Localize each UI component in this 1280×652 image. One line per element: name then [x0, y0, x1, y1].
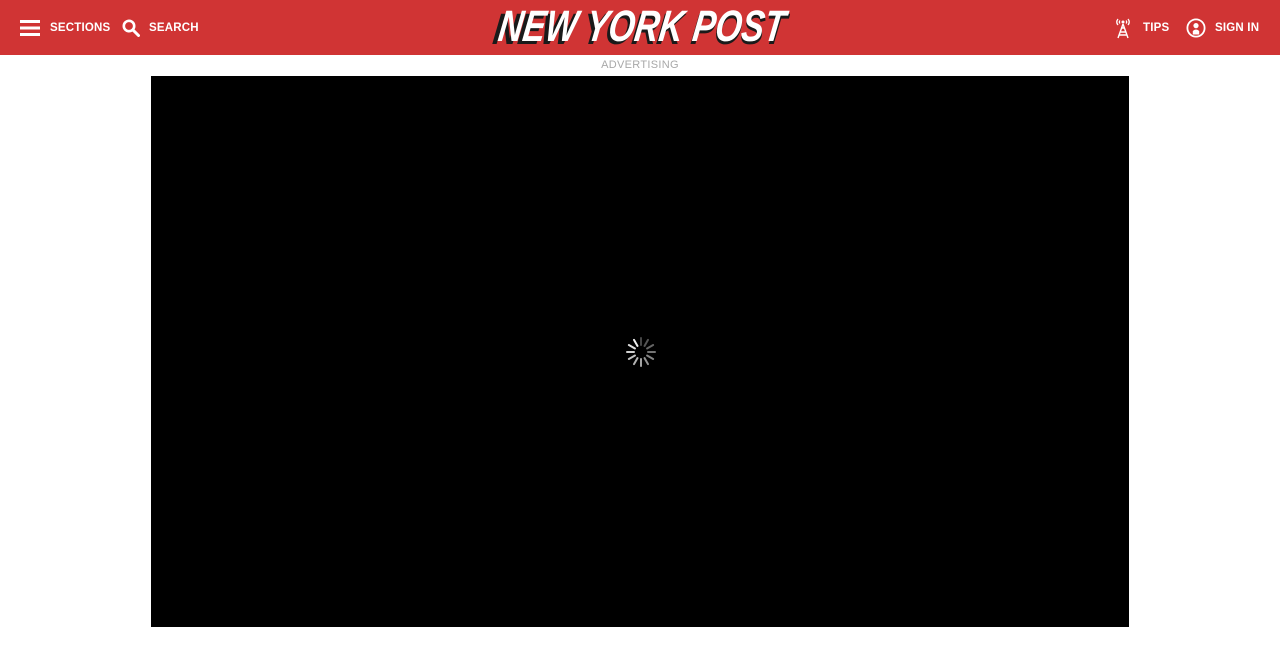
site-header: SECTIONS SEARCH NEW YORK POST NEW YORK P…: [0, 0, 1280, 55]
loading-spinner-icon: [625, 336, 657, 368]
video-ad-player[interactable]: [151, 76, 1129, 627]
spinner-spoke: [643, 338, 649, 347]
logo-text: NEW YORK POST: [496, 4, 790, 50]
spinner-spoke: [643, 357, 649, 366]
sign-in-button[interactable]: SIGN IN: [1186, 0, 1259, 55]
spinner-spoke: [633, 338, 639, 347]
spinner-spoke: [627, 354, 636, 360]
search-button[interactable]: SEARCH: [122, 0, 199, 55]
sections-label: SECTIONS: [50, 21, 111, 34]
tips-label: TIPS: [1143, 21, 1170, 34]
user-circle-icon: [1186, 17, 1206, 38]
sign-in-label: SIGN IN: [1215, 21, 1260, 34]
spinner-spoke: [646, 354, 655, 360]
advertising-label: ADVERTISING: [601, 59, 679, 71]
search-icon: [122, 19, 140, 37]
spinner-spoke: [627, 344, 636, 350]
spinner-spoke: [646, 344, 655, 350]
search-label: SEARCH: [149, 21, 199, 34]
broadcast-tower-icon: [1114, 17, 1132, 39]
spinner-spoke: [633, 357, 639, 366]
tips-button[interactable]: TIPS: [1114, 0, 1169, 55]
site-logo[interactable]: NEW YORK POST NEW YORK POST: [490, 4, 790, 50]
sections-menu-button[interactable]: SECTIONS: [20, 0, 110, 55]
hamburger-menu-icon: [20, 19, 40, 37]
